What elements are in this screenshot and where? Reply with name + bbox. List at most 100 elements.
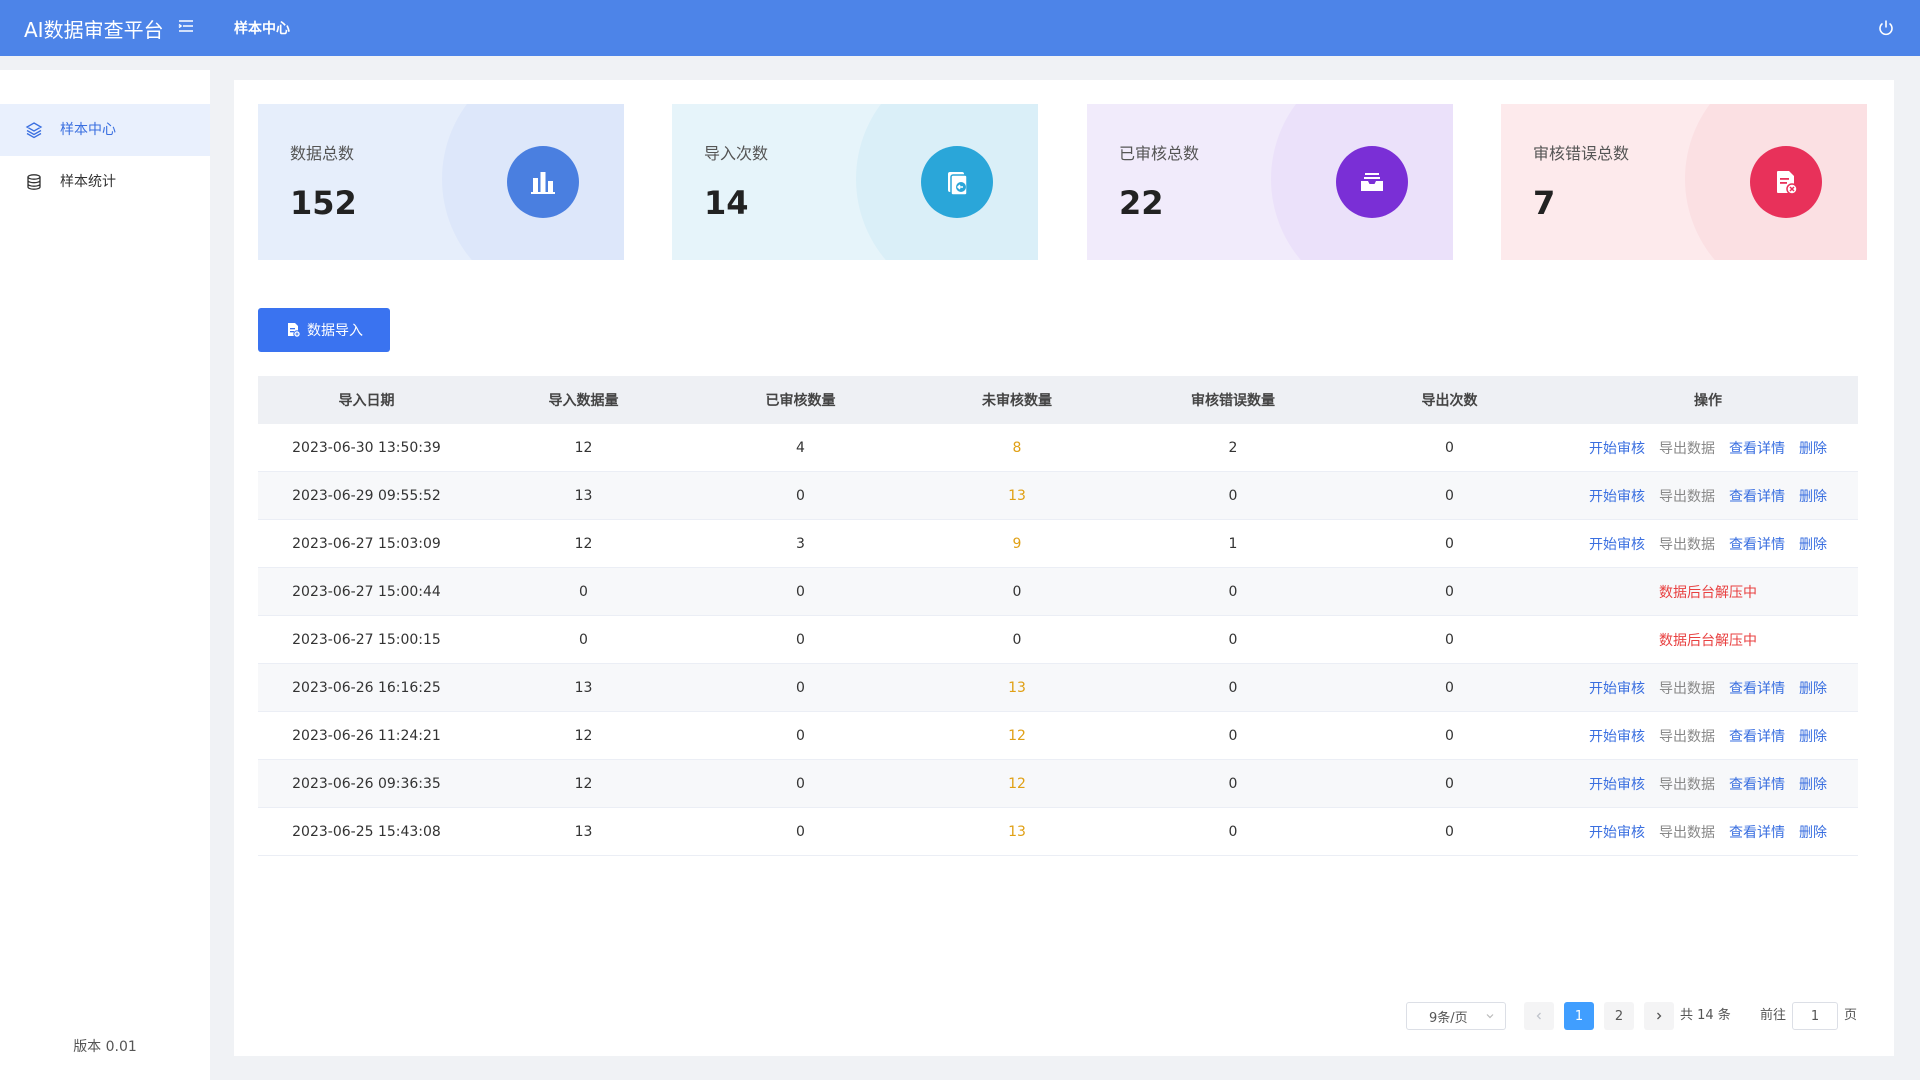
start-review-link[interactable]: 开始审核 <box>1589 534 1645 554</box>
cell-reviewed: 0 <box>796 631 805 648</box>
cell-errors: 1 <box>1228 535 1238 552</box>
delete-link[interactable]: 删除 <box>1799 534 1827 554</box>
cell-reviewed: 4 <box>796 439 805 456</box>
goto-unit: 页 <box>1844 1008 1858 1023</box>
column-header-errors[interactable]: 审核错误数量 <box>1125 390 1341 410</box>
start-review-link[interactable]: 开始审核 <box>1589 486 1645 506</box>
cell-count: 13 <box>574 487 593 504</box>
goto-label: 前往 <box>1760 1008 1787 1023</box>
power-icon[interactable] <box>1876 18 1896 38</box>
export-data-link[interactable]: 导出数据 <box>1659 534 1715 554</box>
stat-card-imports: 导入次数 14 <box>672 104 1038 260</box>
start-review-link[interactable]: 开始审核 <box>1589 774 1645 794</box>
view-details-link[interactable]: 查看详情 <box>1729 438 1785 458</box>
sidebar-item-sample-stats[interactable]: 样本统计 <box>0 156 210 208</box>
cell-reviewed: 0 <box>796 487 805 504</box>
cell-pending: 13 <box>1008 679 1026 696</box>
export-data-link[interactable]: 导出数据 <box>1659 486 1715 506</box>
cell-count: 12 <box>574 727 593 744</box>
start-review-link[interactable]: 开始审核 <box>1589 678 1645 698</box>
view-details-link[interactable]: 查看详情 <box>1729 822 1785 842</box>
view-details-link[interactable]: 查看详情 <box>1729 678 1785 698</box>
cell-errors: 0 <box>1228 487 1238 504</box>
cell-actions: 开始审核 导出数据 查看详情 删除 <box>1558 726 1858 746</box>
cell-errors: 2 <box>1228 439 1238 456</box>
page-button-1[interactable]: 1 <box>1564 1002 1594 1030</box>
delete-link[interactable]: 删除 <box>1799 726 1827 746</box>
cell-count: 0 <box>579 631 588 648</box>
cell-pending: 8 <box>1012 439 1022 456</box>
delete-link[interactable]: 删除 <box>1799 486 1827 506</box>
page-size-select[interactable]: 9条/页 <box>1406 1002 1506 1030</box>
sidebar-item-label: 样本中心 <box>60 122 116 138</box>
stat-card-errors: 审核错误总数 7 <box>1501 104 1867 260</box>
view-details-link[interactable]: 查看详情 <box>1729 486 1785 506</box>
cell-errors: 0 <box>1228 679 1238 696</box>
delete-link[interactable]: 删除 <box>1799 678 1827 698</box>
doc-error-icon <box>1750 146 1822 218</box>
next-page-button[interactable] <box>1644 1002 1674 1030</box>
cell-errors: 0 <box>1228 631 1238 648</box>
cell-pending: 13 <box>1008 487 1026 504</box>
cell-pending: 12 <box>1008 727 1026 744</box>
table-body: 2023-06-30 13:50:39 12 4 8 2 0 开始审核 导出数据 查看详情 删除 2… <box>258 424 1858 856</box>
cell-date: 2023-06-26 09:36:35 <box>292 775 441 792</box>
stat-label: 导入次数 <box>704 144 769 163</box>
view-details-link[interactable]: 查看详情 <box>1729 534 1785 554</box>
cell-date: 2023-06-26 11:24:21 <box>292 727 441 744</box>
status-decompressing: 数据后台解压中 <box>1659 584 1757 601</box>
start-review-link[interactable]: 开始审核 <box>1589 822 1645 842</box>
table-row: 2023-06-26 09:36:35 12 0 12 0 0 开始审核 导出数据 查看详情 删除 <box>258 760 1858 808</box>
cell-actions: 开始审核 导出数据 查看详情 删除 <box>1558 534 1858 554</box>
main-panel: 数据总数 152 导入次数 14 已审核总数 22 审核错误总数 7 数据导入 <box>234 80 1894 1056</box>
cell-errors: 0 <box>1228 727 1238 744</box>
menu-toggle-icon[interactable] <box>176 16 196 36</box>
page-button-2[interactable]: 2 <box>1604 1002 1634 1030</box>
view-details-link[interactable]: 查看详情 <box>1729 774 1785 794</box>
delete-link[interactable]: 删除 <box>1799 822 1827 842</box>
column-header-exports[interactable]: 导出次数 <box>1341 390 1558 410</box>
version-label: 版本 0.01 <box>73 1039 137 1055</box>
cell-actions: 数据后台解压中 <box>1558 582 1858 602</box>
cell-exports: 0 <box>1445 631 1454 648</box>
start-review-link[interactable]: 开始审核 <box>1589 438 1645 458</box>
cell-count: 12 <box>574 439 593 456</box>
export-data-link[interactable]: 导出数据 <box>1659 726 1715 746</box>
data-import-button[interactable]: 数据导入 <box>258 308 390 352</box>
cell-reviewed: 0 <box>796 583 805 600</box>
delete-link[interactable]: 删除 <box>1799 438 1827 458</box>
column-header-count[interactable]: 导入数据量 <box>475 390 692 410</box>
prev-page-button[interactable] <box>1524 1002 1554 1030</box>
view-details-link[interactable]: 查看详情 <box>1729 726 1785 746</box>
table-row: 2023-06-30 13:50:39 12 4 8 2 0 开始审核 导出数据 查看详情 删除 <box>258 424 1858 472</box>
cell-reviewed: 0 <box>796 679 805 696</box>
cell-actions: 开始审核 导出数据 查看详情 删除 <box>1558 822 1858 842</box>
cell-exports: 0 <box>1445 823 1454 840</box>
column-header-reviewed[interactable]: 已审核数量 <box>692 390 909 410</box>
export-data-link[interactable]: 导出数据 <box>1659 678 1715 698</box>
start-review-link[interactable]: 开始审核 <box>1589 726 1645 746</box>
column-header-date[interactable]: 导入日期 <box>258 390 475 410</box>
goto-page-input[interactable] <box>1792 1002 1838 1030</box>
cell-exports: 0 <box>1445 535 1454 552</box>
export-data-link[interactable]: 导出数据 <box>1659 774 1715 794</box>
cell-exports: 0 <box>1445 679 1454 696</box>
cell-count: 12 <box>574 535 593 552</box>
cell-actions: 数据后台解压中 <box>1558 630 1858 650</box>
column-header-actions: 操作 <box>1694 393 1722 409</box>
status-decompressing: 数据后台解压中 <box>1659 632 1757 649</box>
delete-link[interactable]: 删除 <box>1799 774 1827 794</box>
import-records-table: 导入日期 导入数据量 已审核数量 未审核数量 审核错误数量 导出次数 操作 20… <box>258 376 1858 856</box>
export-data-link[interactable]: 导出数据 <box>1659 822 1715 842</box>
stat-value: 14 <box>704 184 749 222</box>
cell-count: 13 <box>574 679 593 696</box>
cell-errors: 0 <box>1228 823 1238 840</box>
stat-label: 审核错误总数 <box>1533 144 1630 163</box>
column-header-pending[interactable]: 未审核数量 <box>909 390 1125 410</box>
sidebar-item-sample-center[interactable]: 样本中心 <box>0 104 210 156</box>
export-data-link[interactable]: 导出数据 <box>1659 438 1715 458</box>
cell-date: 2023-06-30 13:50:39 <box>292 439 441 456</box>
inbox-icon <box>1336 146 1408 218</box>
cell-exports: 0 <box>1445 775 1454 792</box>
cell-date: 2023-06-26 16:16:25 <box>292 679 441 696</box>
